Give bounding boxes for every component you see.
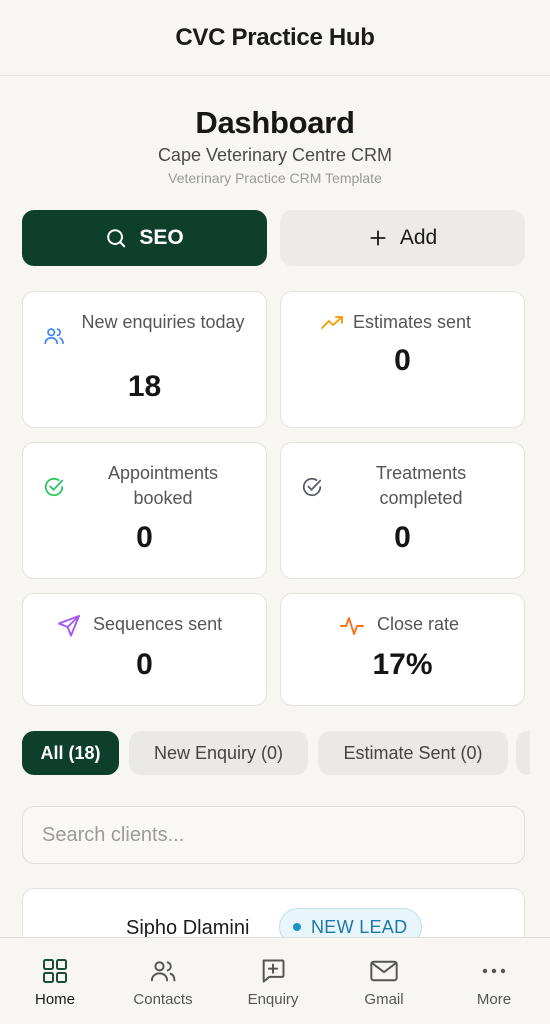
- add-button[interactable]: Add: [280, 210, 525, 266]
- page-subtitle: Cape Veterinary Centre CRM: [157, 145, 393, 165]
- stat-label: New enquiries today: [81, 312, 245, 332]
- search-icon: [107, 229, 126, 248]
- filter-all[interactable]: All (18): [22, 731, 119, 775]
- filter-estimate-sent[interactable]: Estimate Sent (0): [318, 731, 508, 775]
- nav-home-label: Home: [34, 991, 75, 1008]
- check-circle-icon: [44, 477, 64, 497]
- nav-contacts-label: Contacts: [133, 991, 193, 1008]
- stat-value: 0: [136, 648, 153, 681]
- trending-up-icon: [321, 316, 343, 329]
- nav-enquiry-label: Enquiry: [247, 991, 299, 1008]
- page-title: Dashboard: [195, 105, 355, 140]
- users-icon: [150, 961, 176, 982]
- stat-card-sequences-sent[interactable]: Sequences sent 0: [22, 593, 267, 706]
- stat-label: Appointments booked: [107, 463, 219, 508]
- bottom-nav: Home Contacts Enquiry Gmail More: [0, 937, 550, 1024]
- dashboard-header: Dashboard Cape Veterinary Centre CRM Vet…: [0, 105, 550, 186]
- status-badge-label: NEW LEAD: [311, 916, 408, 937]
- activity-icon: [340, 617, 364, 635]
- users-icon: [44, 328, 64, 345]
- stat-card-estimates-sent[interactable]: Estimates sent 0: [280, 291, 525, 428]
- app-title: CVC Practice Hub: [175, 23, 375, 51]
- stat-card-treatments-completed[interactable]: Treatments completed 0: [280, 442, 525, 579]
- plus-icon: [370, 230, 386, 246]
- stat-value: 0: [394, 521, 411, 554]
- nav-enquiry[interactable]: Enquiry: [218, 938, 328, 1024]
- stat-label: Sequences sent: [93, 614, 223, 634]
- stat-card-appointments-booked[interactable]: Appointments booked 0: [22, 442, 267, 579]
- stat-value: 0: [394, 344, 411, 377]
- stat-value: 17%: [372, 648, 433, 681]
- stat-label: Estimates sent: [353, 312, 472, 332]
- stat-card-close-rate[interactable]: Close rate 17%: [280, 593, 525, 706]
- nav-gmail[interactable]: Gmail: [329, 938, 439, 1024]
- more-icon: [482, 968, 506, 974]
- stat-card-new-enquiries[interactable]: New enquiries today 18: [22, 291, 267, 428]
- stat-value: 18: [127, 370, 162, 403]
- send-icon: [58, 615, 80, 637]
- seo-button[interactable]: SEO: [22, 210, 267, 266]
- add-button-label: Add: [399, 226, 438, 249]
- page-caption: Veterinary Practice CRM Template: [168, 170, 382, 186]
- nav-more[interactable]: More: [439, 938, 549, 1024]
- nav-home[interactable]: Home: [0, 938, 110, 1024]
- mail-icon: [370, 960, 398, 982]
- grid-icon: [43, 959, 67, 983]
- filter-next-partial[interactable]: [516, 731, 530, 775]
- check-circle-icon: [302, 477, 322, 497]
- stat-label: Close rate: [377, 614, 460, 634]
- top-bar: CVC Practice Hub: [0, 0, 550, 76]
- status-dot: [293, 923, 301, 931]
- nav-more-label: More: [476, 991, 512, 1008]
- seo-button-label: SEO: [139, 226, 184, 249]
- stat-value: 0: [136, 521, 153, 554]
- message-plus-icon: [262, 959, 285, 983]
- filter-new-enquiry[interactable]: New Enquiry (0): [129, 731, 308, 775]
- stat-label: Treatments completed: [375, 463, 467, 508]
- nav-gmail-label: Gmail: [364, 991, 404, 1008]
- search-clients-input[interactable]: [22, 806, 525, 864]
- nav-contacts[interactable]: Contacts: [108, 938, 218, 1024]
